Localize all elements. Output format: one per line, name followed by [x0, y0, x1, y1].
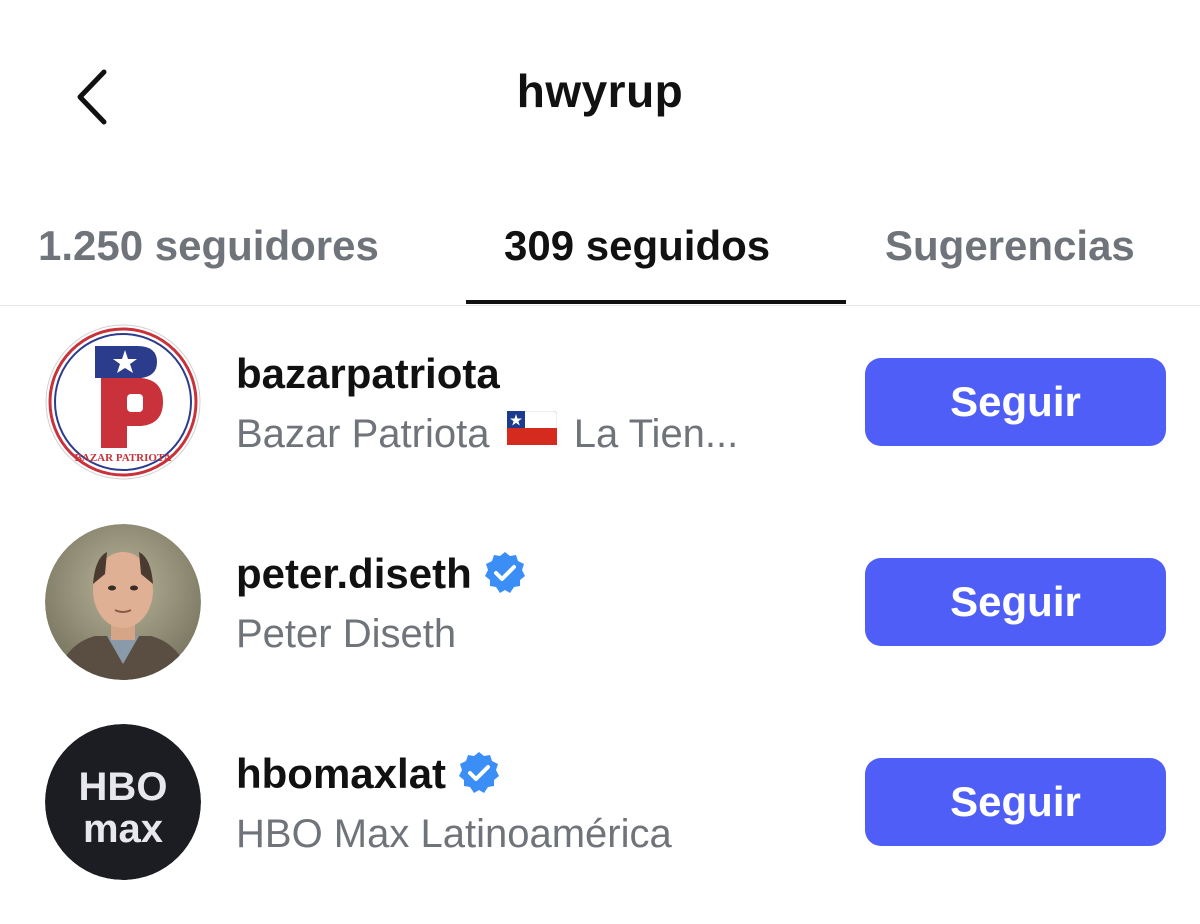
tab-suggestions[interactable]: Sugerencias: [885, 222, 1135, 270]
avatar[interactable]: [45, 524, 201, 680]
full-name-suffix: La Tien...: [573, 412, 739, 456]
avatar[interactable]: HBO max: [45, 724, 201, 880]
list-item[interactable]: peter.diseth Peter Diseth Seguir: [0, 520, 1200, 720]
active-tab-indicator: [466, 300, 846, 304]
follow-button[interactable]: Seguir: [865, 558, 1166, 646]
username[interactable]: hbomaxlat: [236, 750, 502, 800]
chile-flag-icon: [506, 410, 558, 455]
full-name: HBO Max Latinoamérica: [236, 812, 672, 856]
avatar[interactable]: BAZAR PATRIOTA: [45, 324, 201, 480]
username[interactable]: peter.diseth: [236, 550, 528, 600]
tab-following[interactable]: 309 seguidos: [504, 222, 770, 270]
full-name-text: Bazar Patriota: [236, 412, 490, 456]
username-text: peter.diseth: [236, 550, 472, 597]
tabs-divider: [0, 305, 1200, 306]
tab-bar: 1.250 seguidores 309 seguidos Sugerencia…: [0, 196, 1200, 306]
hbo-max-logo: HBO max: [45, 724, 201, 880]
person-photo: [45, 524, 201, 680]
verified-badge-icon: [482, 550, 528, 596]
full-name: Bazar Patriota La Tien...: [236, 410, 739, 459]
follow-button[interactable]: Seguir: [865, 758, 1166, 846]
logo-lettering: max: [83, 807, 163, 851]
bazar-patriota-logo: BAZAR PATRIOTA: [45, 324, 201, 480]
top-bar: hwyrup: [0, 0, 1200, 190]
list-item[interactable]: HBO max hbomaxlat HBO Max Latinoamérica …: [0, 720, 1200, 920]
follow-button[interactable]: Seguir: [865, 358, 1166, 446]
logo-lettering: HBO: [79, 765, 168, 809]
page-title: hwyrup: [516, 65, 684, 117]
avatar-lettering: BAZAR PATRIOTA: [75, 452, 172, 464]
list-item[interactable]: BAZAR PATRIOTA bazarpatriota Bazar Patri…: [0, 320, 1200, 520]
tab-followers[interactable]: 1.250 seguidores: [38, 222, 379, 270]
username-text: hbomaxlat: [236, 750, 447, 797]
verified-badge-icon: [456, 750, 502, 796]
username[interactable]: bazarpatriota: [236, 350, 500, 398]
full-name: Peter Diseth: [236, 612, 457, 656]
